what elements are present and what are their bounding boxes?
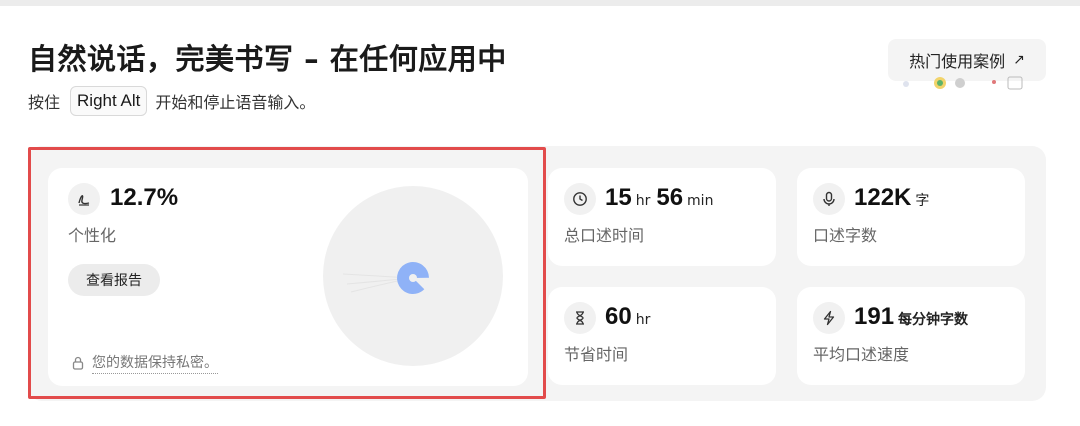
time-saved-value: 60	[605, 303, 632, 330]
microphone-icon	[813, 183, 845, 215]
view-report-label: 查看报告	[86, 273, 142, 289]
personalization-value: 12.7%	[110, 184, 179, 211]
signature-icon	[68, 183, 100, 215]
speed-unit: 每分钟字数	[898, 312, 969, 328]
app-icons-decoration	[903, 76, 1023, 90]
dictation-time-label: 总口述时间	[564, 226, 645, 245]
privacy-link[interactable]: 您的数据保持私密。	[92, 352, 218, 374]
speed-value-wrap: 191 每分钟字数	[854, 303, 974, 331]
view-report-button[interactable]: 查看报告	[68, 264, 160, 296]
page-subtitle: 按住 Right Alt 开始和停止语音输入。	[28, 86, 315, 116]
dictation-minutes: 56	[656, 184, 684, 211]
time-saved-label: 节省时间	[564, 345, 629, 364]
time-saved-value-wrap: 60 hr	[605, 303, 656, 331]
words-label: 口述字数	[813, 226, 878, 245]
lock-icon	[72, 356, 84, 370]
arrow-up-right-icon: ↗	[1013, 52, 1025, 68]
top-bar	[0, 0, 1080, 6]
time-saved-unit: hr	[635, 312, 651, 328]
page-title: 自然说话，完美书写 – 在任何应用中	[28, 42, 507, 76]
dictation-minutes-unit: min	[687, 193, 714, 209]
hotkey-badge: Right Alt	[70, 86, 148, 116]
dictation-hours-unit: hr	[635, 193, 651, 209]
subtitle-prefix: 按住	[28, 93, 61, 112]
dictation-time-value: 15 hr 56 min	[605, 184, 719, 212]
dictation-hours: 15	[605, 184, 632, 211]
clock-icon	[564, 183, 596, 215]
privacy-note: 您的数据保持私密。	[72, 352, 218, 374]
words-value: 122K	[854, 184, 912, 211]
words-value-wrap: 122K 字	[854, 184, 935, 212]
personalization-chart	[342, 261, 429, 294]
speed-value: 191	[854, 303, 895, 330]
personalization-label: 个性化	[68, 226, 117, 245]
hourglass-icon	[564, 302, 596, 334]
speed-label: 平均口述速度	[813, 345, 910, 364]
popular-use-cases-label: 热门使用案例	[909, 52, 1006, 71]
words-unit: 字	[915, 193, 930, 209]
lightning-icon	[813, 302, 845, 334]
personalization-value-wrap: 12.7%	[110, 184, 178, 212]
subtitle-suffix: 开始和停止语音输入。	[155, 93, 316, 112]
personalization-pie-center	[409, 274, 417, 282]
